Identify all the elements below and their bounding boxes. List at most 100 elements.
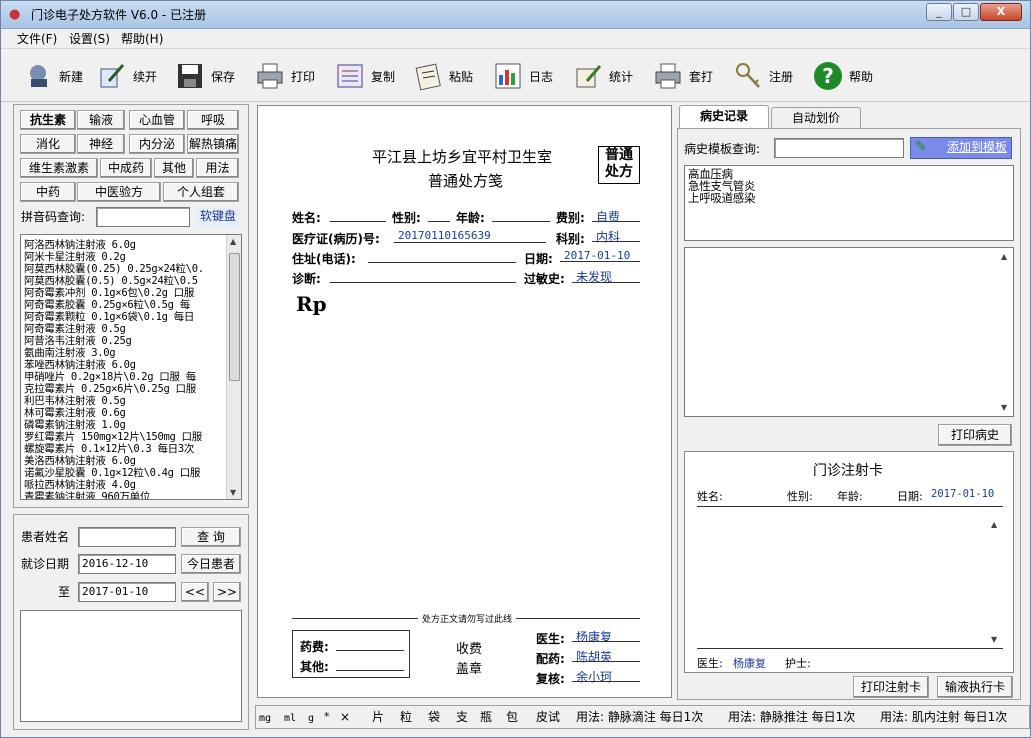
- card-scrollbar[interactable]: ▲ ▼: [988, 512, 1003, 648]
- drug-list-item[interactable]: 苯唑西林钠注射液 6.0g: [24, 359, 136, 371]
- category-other[interactable]: 其他: [154, 158, 194, 178]
- history-detail[interactable]: ▲ ▼: [684, 247, 1014, 417]
- category-endocrine[interactable]: 内分泌: [129, 134, 185, 154]
- pinyin-input[interactable]: [96, 207, 190, 227]
- drug-list[interactable]: 阿洛西林钠注射液 6.0g 阿米卡星注射液 0.2g 阿莫西林胶囊(0.25) 0.…: [20, 234, 242, 500]
- drug-list-item[interactable]: 诺氟沙星胶囊 0.1g×12粒\0.4g 口服: [24, 467, 200, 479]
- maximize-button[interactable]: □: [953, 3, 979, 21]
- log-button[interactable]: 日志: [491, 58, 553, 94]
- patient-list[interactable]: [20, 610, 242, 722]
- gender-field[interactable]: [428, 208, 450, 222]
- infusion-card-button[interactable]: 输液执行卡: [937, 676, 1013, 698]
- soft-keyboard-button[interactable]: 软键盘: [196, 207, 240, 227]
- category-chinese-medicine[interactable]: 中药: [20, 182, 76, 202]
- drug-list-item[interactable]: 美洛西林钠注射液 6.0g: [24, 455, 136, 467]
- drug-list-item[interactable]: 甲硝唑片 0.2g×18片\0.2g 口服 每: [24, 371, 196, 383]
- add-to-template-button[interactable]: ✎ 添加到模板: [910, 137, 1012, 159]
- drug-list-item[interactable]: 林可霉素注射液 0.6g: [24, 407, 126, 419]
- drug-list-item[interactable]: 阿奇霉素注射液 0.5g: [24, 323, 126, 335]
- copy-button[interactable]: 复制: [333, 58, 395, 94]
- drug-list-item[interactable]: 哌拉西林钠注射液 4.0g: [24, 479, 136, 491]
- drug-list-item[interactable]: 磷霉素钠注射液 1.0g: [24, 419, 126, 431]
- drug-fee-field[interactable]: [336, 636, 404, 651]
- card-scroll-up-icon[interactable]: ▲: [991, 520, 997, 529]
- scroll-thumb[interactable]: [229, 253, 240, 381]
- tab-auto-pricing[interactable]: 自动划价: [771, 107, 861, 129]
- unit-pack[interactable]: 包: [506, 710, 518, 724]
- category-neuro[interactable]: 神经: [77, 134, 125, 154]
- address-field[interactable]: [368, 248, 516, 263]
- usage-im[interactable]: 用法: 肌内注射 每日1次: [880, 710, 1007, 724]
- print-injection-card-button[interactable]: 打印注射卡: [853, 676, 929, 698]
- category-digestive[interactable]: 消化: [20, 134, 76, 154]
- drug-list-item[interactable]: 阿莫西林胶囊(0.5) 0.5g×24粒\0.5: [24, 275, 198, 287]
- date-from-input[interactable]: 2016-12-10: [78, 554, 176, 574]
- patient-name-input[interactable]: [78, 527, 176, 547]
- print-button[interactable]: 打印: [253, 58, 315, 94]
- menu-file[interactable]: 文件(F): [17, 32, 57, 46]
- name-field[interactable]: [330, 208, 386, 222]
- save-button[interactable]: 保存: [173, 58, 235, 94]
- print-history-button[interactable]: 打印病史: [938, 424, 1012, 446]
- drug-list-item[interactable]: 螺旋霉素片 0.1×12片\0.3 每日3次: [24, 443, 194, 455]
- category-vitamin[interactable]: 维生素激素: [20, 158, 98, 178]
- history-scroll-up-icon[interactable]: ▲: [1001, 252, 1007, 261]
- unit-tablet[interactable]: 片: [372, 710, 384, 724]
- unit-bag[interactable]: 袋: [428, 710, 440, 724]
- drug-list-item[interactable]: 阿莫西林胶囊(0.25) 0.25g×24粒\0.: [24, 263, 204, 275]
- query-button[interactable]: 查 询: [181, 527, 241, 547]
- menu-settings[interactable]: 设置(S): [69, 32, 110, 46]
- register-button[interactable]: 注册: [731, 58, 793, 94]
- prev-button[interactable]: <<: [181, 582, 209, 602]
- close-button[interactable]: X: [980, 3, 1022, 21]
- paste-button[interactable]: 粘贴: [411, 58, 473, 94]
- symbol-star[interactable]: *: [324, 710, 330, 724]
- category-patent-medicine[interactable]: 中成药: [100, 158, 152, 178]
- unit-ml[interactable]: ml: [284, 712, 296, 726]
- date-to-input[interactable]: 2017-01-10: [78, 582, 176, 602]
- drug-list-item[interactable]: 阿洛西林钠注射液 6.0g: [24, 239, 136, 251]
- card-body[interactable]: ▲ ▼: [697, 512, 1003, 648]
- drug-list-item[interactable]: 氨曲南注射液 3.0g: [24, 347, 116, 359]
- drug-list-item[interactable]: 罗红霉素片 150mg×12片\150mg 口服: [24, 431, 202, 443]
- drug-list-item[interactable]: 阿奇霉素冲剂 0.1g×6包\0.2g 口服: [24, 287, 194, 299]
- category-antipyretic[interactable]: 解热镇痛: [187, 134, 239, 154]
- usage-iv-push[interactable]: 用法: 静脉推注 每日1次: [728, 710, 855, 724]
- age-field[interactable]: [492, 208, 550, 222]
- category-cardio[interactable]: 心血管: [129, 110, 185, 130]
- skin-test[interactable]: 皮试: [536, 710, 560, 724]
- prescription-body[interactable]: [288, 320, 648, 610]
- drug-list-item[interactable]: 阿米卡星注射液 0.2g: [24, 251, 126, 263]
- history-scrollbar[interactable]: ▲ ▼: [998, 248, 1013, 416]
- history-search-input[interactable]: [774, 138, 904, 158]
- next-button[interactable]: >>: [213, 582, 241, 602]
- other-fee-field[interactable]: [336, 656, 404, 671]
- drug-list-item[interactable]: 青霉素钠注射液 960万单位: [24, 491, 150, 499]
- drug-list-item[interactable]: 阿昔洛韦注射液 0.25g: [24, 335, 132, 347]
- new-button[interactable]: 新建: [21, 58, 83, 94]
- today-patients-button[interactable]: 今日患者: [181, 554, 241, 574]
- card-scroll-down-icon[interactable]: ▼: [991, 635, 997, 644]
- symbol-times[interactable]: ×: [340, 710, 350, 724]
- unit-vial[interactable]: 支: [456, 710, 468, 724]
- stats-button[interactable]: 统计: [571, 58, 633, 94]
- continue-button[interactable]: 续开: [95, 58, 157, 94]
- drug-list-item[interactable]: 利巴韦林注射液 0.5g: [24, 395, 126, 407]
- menu-help[interactable]: 帮助(H): [121, 32, 163, 46]
- category-antibiotic[interactable]: 抗生素: [20, 110, 76, 130]
- unit-mg[interactable]: mg: [259, 712, 271, 726]
- unit-bottle[interactable]: 瓶: [480, 710, 492, 724]
- category-tcm-formula[interactable]: 中医验方: [77, 182, 161, 202]
- drug-list-item[interactable]: 阿奇霉素颗粒 0.1g×6袋\0.1g 每日: [24, 311, 194, 323]
- drug-list-scrollbar[interactable]: ▲ ▼: [226, 235, 241, 499]
- help-button[interactable]: ? 帮助: [811, 58, 873, 94]
- scroll-down-icon[interactable]: ▼: [230, 488, 236, 497]
- history-template-item[interactable]: 上呼吸道感染: [688, 192, 756, 204]
- diagnosis-field[interactable]: [330, 268, 516, 283]
- history-template-list[interactable]: 高血压病 急性支气管炎 上呼吸道感染: [684, 165, 1014, 241]
- minimize-button[interactable]: _: [926, 3, 952, 21]
- scroll-up-icon[interactable]: ▲: [230, 237, 236, 246]
- category-usage[interactable]: 用法: [196, 158, 239, 178]
- category-respiratory[interactable]: 呼吸: [187, 110, 239, 130]
- tab-history[interactable]: 病史记录: [679, 105, 769, 129]
